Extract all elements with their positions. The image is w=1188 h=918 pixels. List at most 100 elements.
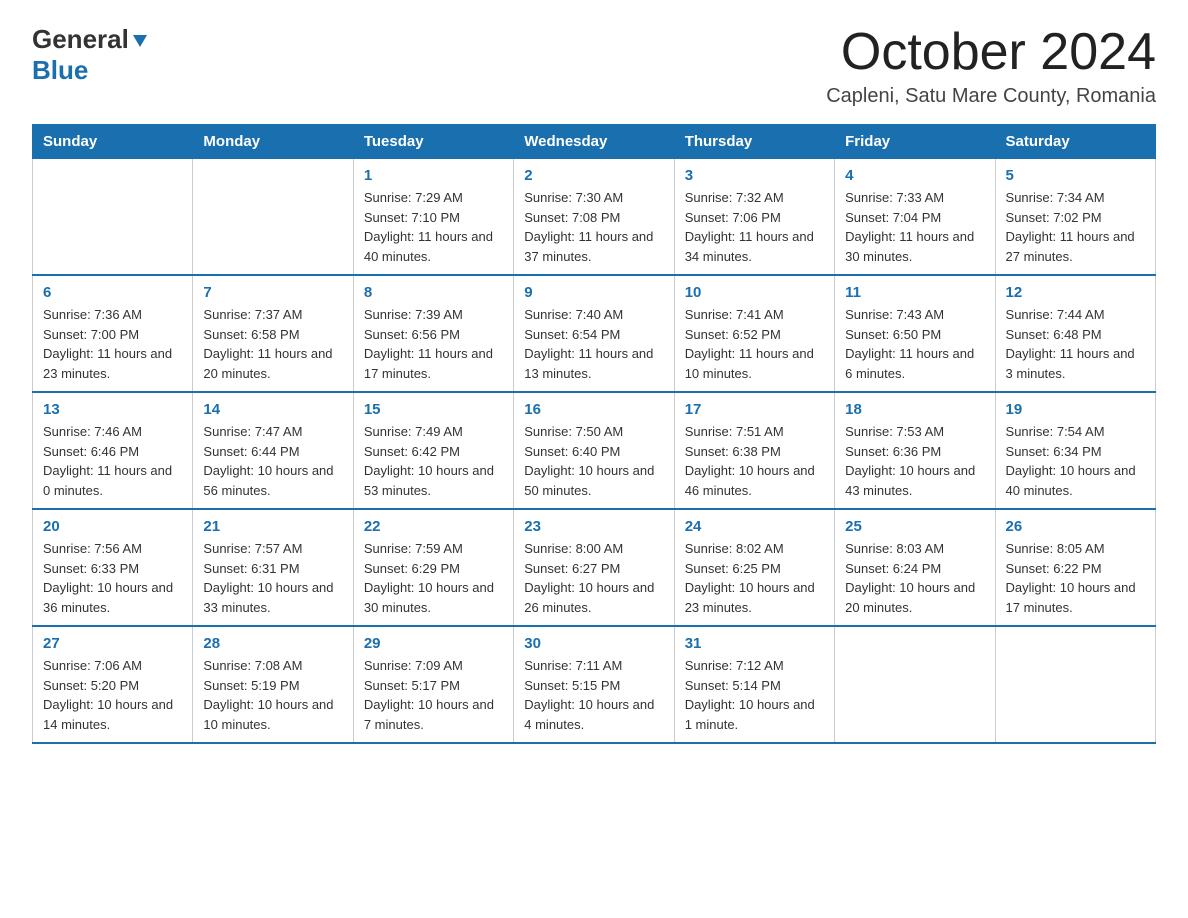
daylight-text: Daylight: 10 hours and 26 minutes. — [524, 578, 663, 617]
day-number: 29 — [364, 635, 503, 652]
calendar-cell: 15Sunrise: 7:49 AMSunset: 6:42 PMDayligh… — [353, 392, 513, 509]
calendar-week-row: 6Sunrise: 7:36 AMSunset: 7:00 PMDaylight… — [33, 275, 1156, 392]
calendar-cell: 27Sunrise: 7:06 AMSunset: 5:20 PMDayligh… — [33, 626, 193, 743]
calendar-cell: 14 Sunrise: 7:47 AMSunset: 6:44 PMDayligh… — [193, 392, 353, 509]
sunrise-text: Sunrise: 7:40 AM — [524, 305, 663, 325]
day-info: Sunrise: 8:05 AMSunset: 6:22 PMDaylight:… — [1006, 539, 1145, 617]
column-header-monday: Monday — [193, 125, 353, 159]
day-number: 9 — [524, 284, 663, 301]
calendar-cell: 23Sunrise: 8:00 AMSunset: 6:27 PMDayligh… — [514, 509, 674, 626]
sunrise-text: Sunrise: 7:39 AM — [364, 305, 503, 325]
daylight-text: Daylight: 10 hours and 17 minutes. — [1006, 578, 1145, 617]
column-header-tuesday: Tuesday — [353, 125, 513, 159]
sunrise-text: Sunrise: 7:56 AM — [43, 539, 182, 559]
day-number: 11 — [845, 284, 984, 301]
sunrise-text: Sunrise: 7:49 AM — [364, 422, 503, 442]
calendar-cell: 3 Sunrise: 7:32 AMSunset: 7:06 PMDaylight… — [674, 159, 834, 276]
calendar-cell: 24 Sunrise: 8:02 AMSunset: 6:25 PMDayligh… — [674, 509, 834, 626]
sunrise-text: Sunrise: 8:02 AM — [685, 539, 824, 559]
day-info: Sunrise: 7:30 AMSunset: 7:08 PMDaylight:… — [524, 188, 663, 266]
daylight-text: Daylight: 10 hours and 56 minutes. — [203, 461, 342, 500]
daylight-text: Daylight: 10 hours and 4 minutes. — [524, 695, 663, 734]
calendar-cell: 9Sunrise: 7:40 AMSunset: 6:54 PMDaylight… — [514, 275, 674, 392]
sunset-text: Sunset: 5:14 PM — [685, 676, 824, 696]
day-number: 10 — [685, 284, 824, 301]
calendar-cell: 22Sunrise: 7:59 AMSunset: 6:29 PMDayligh… — [353, 509, 513, 626]
sunset-text: Sunset: 5:15 PM — [524, 676, 663, 696]
sunset-text: Sunset: 6:40 PM — [524, 442, 663, 462]
day-info: Sunrise: 7:53 AMSunset: 6:36 PMDaylight:… — [845, 422, 984, 500]
logo-general-text: General — [32, 24, 129, 55]
sunset-text: Sunset: 7:00 PM — [43, 325, 182, 345]
day-info: Sunrise: 7:46 AMSunset: 6:46 PMDaylight:… — [43, 422, 182, 500]
daylight-text: Daylight: 10 hours and 7 minutes. — [364, 695, 503, 734]
sunrise-text: Sunrise: 8:05 AM — [1006, 539, 1145, 559]
daylight-text: Daylight: 10 hours and 14 minutes. — [43, 695, 182, 734]
sunrise-text: Sunrise: 7:11 AM — [524, 656, 663, 676]
sunset-text: Sunset: 7:02 PM — [1006, 208, 1145, 228]
day-number: 14 — [203, 401, 342, 418]
calendar-cell — [835, 626, 995, 743]
day-info: Sunrise: 7:44 AMSunset: 6:48 PMDaylight:… — [1006, 305, 1145, 383]
daylight-text: Daylight: 10 hours and 10 minutes. — [203, 695, 342, 734]
day-info: Sunrise: 7:50 AMSunset: 6:40 PMDaylight:… — [524, 422, 663, 500]
day-info: Sunrise: 7:51 AMSunset: 6:38 PMDaylight:… — [685, 422, 824, 500]
calendar-cell: 30Sunrise: 7:11 AMSunset: 5:15 PMDayligh… — [514, 626, 674, 743]
calendar-cell: 28Sunrise: 7:08 AMSunset: 5:19 PMDayligh… — [193, 626, 353, 743]
day-number: 17 — [685, 401, 824, 418]
sunset-text: Sunset: 6:44 PM — [203, 442, 342, 462]
day-info: Sunrise: 7:34 AMSunset: 7:02 PMDaylight:… — [1006, 188, 1145, 266]
calendar-cell: 26Sunrise: 8:05 AMSunset: 6:22 PMDayligh… — [995, 509, 1155, 626]
day-number: 19 — [1006, 401, 1145, 418]
calendar-cell: 2Sunrise: 7:30 AMSunset: 7:08 PMDaylight… — [514, 159, 674, 276]
calendar-cell: 17 Sunrise: 7:51 AMSunset: 6:38 PMDayligh… — [674, 392, 834, 509]
daylight-text: Daylight: 11 hours and 20 minutes. — [203, 344, 342, 383]
sunset-text: Sunset: 6:42 PM — [364, 442, 503, 462]
calendar-cell: 4Sunrise: 7:33 AMSunset: 7:04 PMDaylight… — [835, 159, 995, 276]
day-number: 5 — [1006, 167, 1145, 184]
sunrise-text: Sunrise: 7:47 AM — [203, 422, 342, 442]
sunrise-text: Sunrise: 7:06 AM — [43, 656, 182, 676]
day-number: 16 — [524, 401, 663, 418]
sunrise-text: Sunrise: 7:44 AM — [1006, 305, 1145, 325]
calendar-cell: 29Sunrise: 7:09 AMSunset: 5:17 PMDayligh… — [353, 626, 513, 743]
daylight-text: Daylight: 10 hours and 36 minutes. — [43, 578, 182, 617]
sunrise-text: Sunrise: 7:33 AM — [845, 188, 984, 208]
daylight-text: Daylight: 10 hours and 30 minutes. — [364, 578, 503, 617]
day-number: 12 — [1006, 284, 1145, 301]
daylight-text: Daylight: 11 hours and 40 minutes. — [364, 227, 503, 266]
daylight-text: Daylight: 10 hours and 33 minutes. — [203, 578, 342, 617]
day-number: 3 — [685, 167, 824, 184]
sunset-text: Sunset: 6:50 PM — [845, 325, 984, 345]
day-number: 24 — [685, 518, 824, 535]
sunset-text: Sunset: 5:20 PM — [43, 676, 182, 696]
daylight-text: Daylight: 10 hours and 43 minutes. — [845, 461, 984, 500]
sunset-text: Sunset: 6:48 PM — [1006, 325, 1145, 345]
column-header-sunday: Sunday — [33, 125, 193, 159]
sunset-text: Sunset: 6:24 PM — [845, 559, 984, 579]
daylight-text: Daylight: 11 hours and 37 minutes. — [524, 227, 663, 266]
calendar-cell: 1Sunrise: 7:29 AMSunset: 7:10 PMDaylight… — [353, 159, 513, 276]
day-info: Sunrise: 7:32 AMSunset: 7:06 PMDaylight:… — [685, 188, 824, 266]
daylight-text: Daylight: 10 hours and 20 minutes. — [845, 578, 984, 617]
calendar-cell: 18Sunrise: 7:53 AMSunset: 6:36 PMDayligh… — [835, 392, 995, 509]
daylight-text: Daylight: 10 hours and 23 minutes. — [685, 578, 824, 617]
day-info: Sunrise: 7:06 AMSunset: 5:20 PMDaylight:… — [43, 656, 182, 734]
day-info: Sunrise: 7:41 AMSunset: 6:52 PMDaylight:… — [685, 305, 824, 383]
calendar-cell: 20Sunrise: 7:56 AMSunset: 6:33 PMDayligh… — [33, 509, 193, 626]
sunset-text: Sunset: 6:27 PM — [524, 559, 663, 579]
day-info: Sunrise: 8:02 AMSunset: 6:25 PMDaylight:… — [685, 539, 824, 617]
sunrise-text: Sunrise: 7:12 AM — [685, 656, 824, 676]
daylight-text: Daylight: 11 hours and 0 minutes. — [43, 461, 182, 500]
sunset-text: Sunset: 6:29 PM — [364, 559, 503, 579]
calendar-cell: 12 Sunrise: 7:44 AMSunset: 6:48 PMDayligh… — [995, 275, 1155, 392]
day-number: 15 — [364, 401, 503, 418]
sunset-text: Sunset: 5:19 PM — [203, 676, 342, 696]
day-number: 23 — [524, 518, 663, 535]
column-header-friday: Friday — [835, 125, 995, 159]
sunrise-text: Sunrise: 7:59 AM — [364, 539, 503, 559]
sunset-text: Sunset: 6:33 PM — [43, 559, 182, 579]
sunrise-text: Sunrise: 7:46 AM — [43, 422, 182, 442]
calendar-table: SundayMondayTuesdayWednesdayThursdayFrid… — [32, 124, 1156, 744]
day-number: 7 — [203, 284, 342, 301]
